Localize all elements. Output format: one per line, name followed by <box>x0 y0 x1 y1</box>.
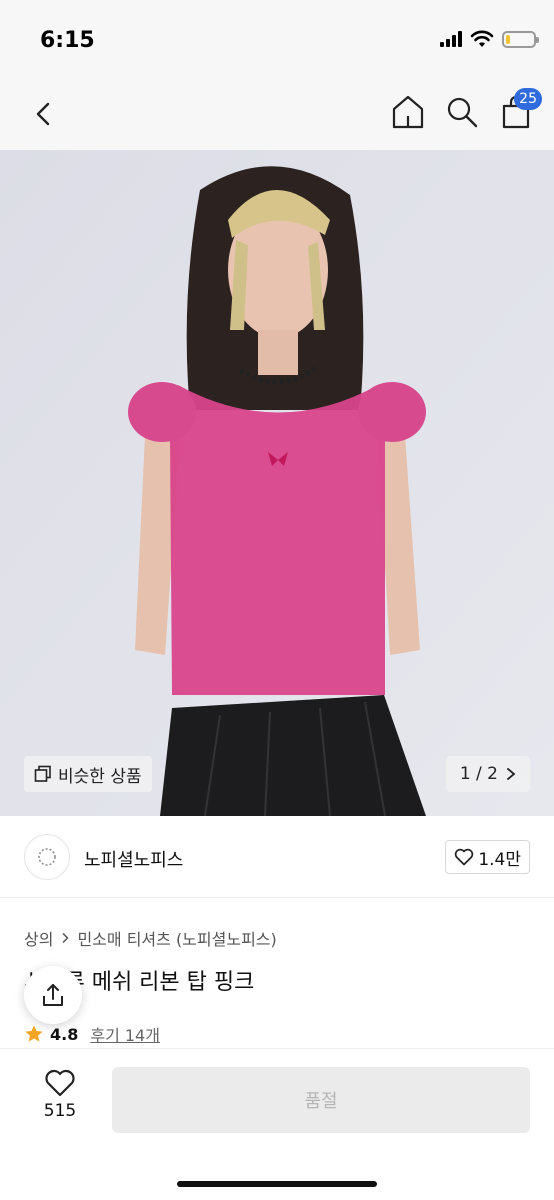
heart-icon <box>455 848 474 866</box>
soldout-button[interactable]: 품절 <box>112 1067 530 1133</box>
search-icon <box>447 97 478 128</box>
copy-icon <box>34 765 51 782</box>
back-button[interactable] <box>26 94 62 134</box>
rating-value: 4.8 <box>50 1024 79 1044</box>
bottom-action-bar: 515 품절 <box>0 1048 554 1200</box>
brand-logo-icon <box>38 848 56 866</box>
wifi-icon <box>470 30 494 47</box>
brand-row[interactable]: 노피셜노피스 1.4만 <box>0 816 554 898</box>
status-icons <box>440 30 539 48</box>
share-icon <box>43 984 63 1006</box>
breadcrumb: 상의 민소매 티셔츠 (노피셜노피스) <box>24 926 277 950</box>
brand-like-button[interactable]: 1.4만 <box>445 840 530 874</box>
nav-actions: 25 <box>390 88 542 132</box>
breadcrumb-category[interactable]: 상의 <box>24 926 53 950</box>
chevron-left-icon <box>36 102 50 126</box>
home-button[interactable] <box>390 92 426 132</box>
brand-name[interactable]: 노피셜노피스 <box>84 846 183 872</box>
product-photo <box>0 150 554 816</box>
chevron-right-icon <box>507 768 516 780</box>
home-icon <box>392 95 424 129</box>
cart-count-badge: 25 <box>514 88 542 110</box>
star-icon <box>25 1025 43 1042</box>
breadcrumb-subcategory[interactable]: 민소매 티셔츠 (노피셜노피스) <box>77 926 276 950</box>
chevron-right-icon <box>62 932 70 944</box>
review-link[interactable]: 후기 14개 <box>90 1022 160 1046</box>
similar-products-button[interactable]: 비슷한 상품 <box>24 756 152 792</box>
wishlist-button[interactable]: 515 <box>30 1069 90 1121</box>
cart-button[interactable]: 25 <box>498 88 542 132</box>
page-indicator-text: 1 / 2 <box>459 764 498 784</box>
rating-row: 4.8 후기 14개 <box>24 1022 160 1046</box>
heart-icon <box>45 1069 75 1097</box>
status-bar: 6:15 <box>0 0 554 80</box>
cellular-signal-icon <box>440 31 462 47</box>
wishlist-count: 515 <box>43 1101 77 1121</box>
search-button[interactable] <box>444 92 480 132</box>
battery-icon <box>502 30 539 48</box>
product-image[interactable]: 비슷한 상품 1 / 2 <box>0 150 554 816</box>
brand-logo[interactable] <box>24 834 70 880</box>
image-page-indicator[interactable]: 1 / 2 <box>445 756 530 792</box>
similar-products-label: 비슷한 상품 <box>58 766 142 787</box>
battery-level <box>506 34 510 44</box>
home-indicator <box>177 1181 377 1187</box>
status-time: 6:15 <box>40 28 95 53</box>
nav-bar: 25 <box>0 80 554 150</box>
brand-like-count: 1.4만 <box>478 849 521 870</box>
share-button[interactable] <box>24 966 82 1024</box>
